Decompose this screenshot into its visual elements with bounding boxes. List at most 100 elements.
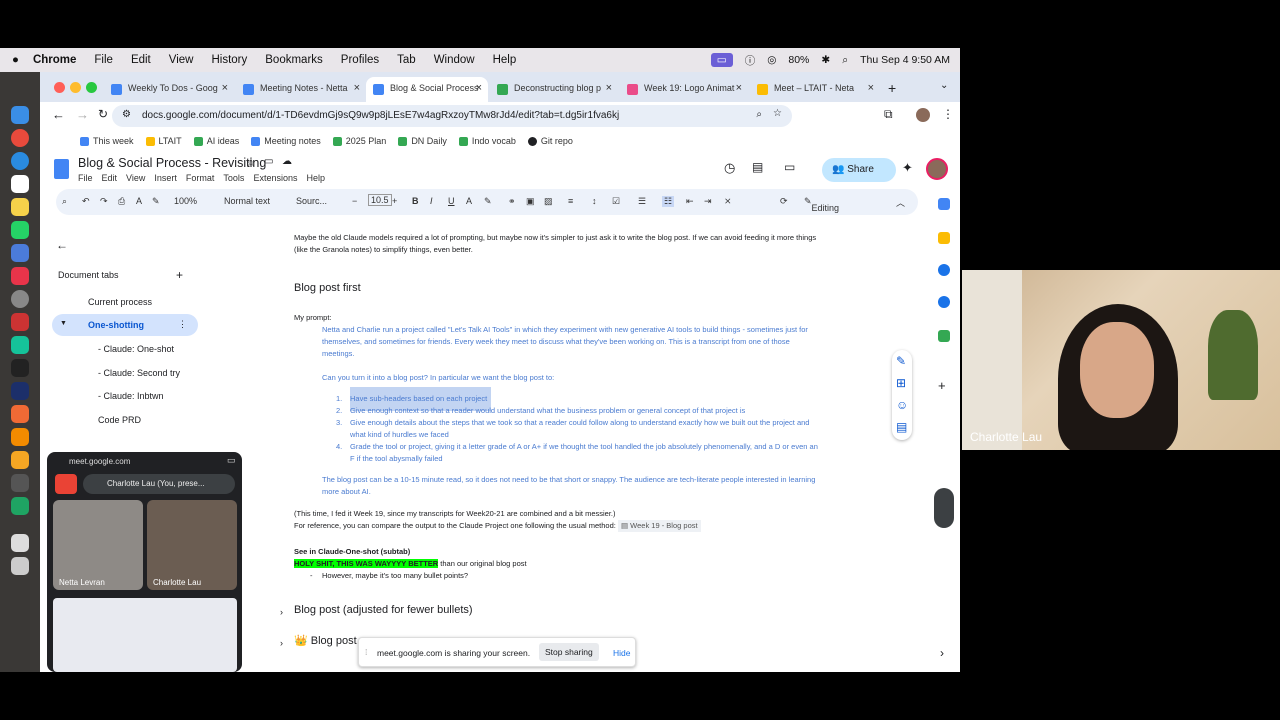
sublime-icon[interactable]	[11, 451, 29, 469]
doc-title[interactable]: Blog & Social Process - Revisiting	[78, 156, 266, 170]
font-size-input[interactable]: 10.5	[368, 194, 392, 206]
calendar-icon[interactable]	[938, 198, 950, 210]
presenter-chip[interactable]: Charlotte Lau (You, prese...	[83, 474, 235, 494]
close-icon[interactable]: ×	[868, 82, 874, 94]
grammarly-widget-icon[interactable]	[934, 488, 954, 528]
bookmark-git-repo[interactable]: Git repo	[527, 136, 573, 146]
docs-logo-icon[interactable]	[54, 159, 69, 179]
battery-label[interactable]: 80%	[788, 54, 809, 66]
style-select[interactable]: Normal text	[224, 196, 270, 206]
line-spacing-icon[interactable]: ↕	[592, 196, 597, 206]
bookmark-ltait[interactable]: LTAIT	[145, 136, 182, 146]
news-icon[interactable]	[11, 267, 29, 285]
trash-icon[interactable]	[11, 557, 29, 575]
bookmark-star-icon[interactable]: ☆	[773, 108, 782, 119]
more-icon[interactable]: ⋮	[942, 107, 954, 121]
calendar-icon[interactable]	[11, 175, 29, 193]
editing-mode-select[interactable]: ✎ Editing	[804, 196, 839, 213]
wifi-icon[interactable]: ◎	[767, 54, 776, 66]
decrease-font-icon[interactable]: −	[352, 196, 357, 206]
whatsapp-icon[interactable]	[11, 221, 29, 239]
app-icon[interactable]	[11, 244, 29, 262]
new-tab-icon[interactable]: +	[888, 80, 896, 96]
numbered-list-icon[interactable]: ☷	[662, 196, 675, 207]
add-comment-icon[interactable]: ⊞	[896, 376, 906, 390]
zoom-icon[interactable]: ⌕	[756, 109, 762, 120]
address-bar[interactable]: ⚙ docs.google.com/document/d/1-TD6evdmGj9…	[112, 105, 792, 127]
zoom-select[interactable]: 100%	[174, 196, 197, 206]
tab-item-claude-inbtwn[interactable]: - Claude: Inbtwn	[98, 391, 164, 401]
paint-format-icon[interactable]: ✎	[152, 196, 160, 207]
star-icon[interactable]: ☆	[246, 156, 256, 169]
spellcheck-icon[interactable]: A	[136, 196, 142, 206]
collapse-chevron-icon[interactable]: ›	[280, 637, 283, 649]
forward-icon[interactable]: →	[76, 107, 89, 122]
clock[interactable]: Thu Sep 4 9:50 AM	[860, 54, 950, 66]
tab-item-claude-second-try[interactable]: - Claude: Second try	[98, 368, 180, 378]
more-icon[interactable]: ⋮	[178, 319, 187, 330]
downloads-icon[interactable]	[11, 534, 29, 552]
tab[interactable]: Meet – LTAIT - Neta ×	[750, 77, 880, 102]
close-icon[interactable]: ×	[222, 82, 228, 94]
add-addon-icon[interactable]: +	[938, 378, 946, 393]
notes-icon[interactable]	[11, 198, 29, 216]
vlc-icon[interactable]	[11, 428, 29, 446]
share-button[interactable]: 👥 Share	[822, 158, 896, 182]
close-icon[interactable]: ×	[354, 82, 360, 94]
bookmark-dn-daily[interactable]: DN Daily	[398, 136, 447, 146]
undo-icon[interactable]: ↶	[82, 196, 90, 207]
gemini-icon[interactable]: ✦	[902, 160, 913, 176]
chevron-down-icon[interactable]: ▼	[60, 320, 67, 327]
finder-icon[interactable]	[11, 106, 29, 124]
collapse-chevron-icon[interactable]: ›	[280, 606, 283, 618]
text-color-icon[interactable]: A	[466, 196, 472, 206]
gemini-edit-icon[interactable]: ⟳	[780, 196, 788, 207]
increase-indent-icon[interactable]: ⇥	[704, 196, 712, 207]
highlight-icon[interactable]: ✎	[484, 196, 492, 207]
docs-menu-insert[interactable]: Insert	[154, 173, 177, 183]
bookmark-this-week[interactable]: This week	[80, 136, 134, 146]
menu-tab[interactable]: Tab	[397, 54, 416, 66]
tab[interactable]: Week 19: Logo Animat ×	[620, 77, 748, 102]
collapsible-heading[interactable]: Blog post (adjusted for fewer bullets)	[294, 604, 473, 616]
menu-edit[interactable]: Edit	[131, 54, 151, 66]
docs-menu-help[interactable]: Help	[306, 173, 325, 183]
app-icon[interactable]	[11, 359, 29, 377]
underline-icon[interactable]: U	[448, 196, 455, 206]
hide-button[interactable]: Hide	[613, 648, 630, 658]
clear-format-icon[interactable]: ⨯	[724, 196, 732, 207]
bookmark-indo-vocab[interactable]: Indo vocab	[458, 136, 516, 146]
move-icon[interactable]: ▭	[264, 156, 273, 167]
stats-icon[interactable]	[11, 382, 29, 400]
tab-item-current-process[interactable]: Current process	[88, 297, 152, 307]
reload-icon[interactable]: ↻	[98, 107, 108, 121]
participant-tile[interactable]: Netta Levran	[53, 500, 143, 590]
menu-history[interactable]: History	[211, 54, 247, 66]
docs-menu-file[interactable]: File	[78, 173, 93, 183]
suggest-icon[interactable]: ▤	[896, 420, 907, 434]
settings-icon[interactable]	[11, 290, 29, 308]
app-icon[interactable]	[11, 405, 29, 423]
edit-suggest-icon[interactable]: ✎	[896, 354, 906, 368]
menu-help[interactable]: Help	[493, 54, 517, 66]
collapsible-heading[interactable]: 👑 Blog post	[294, 635, 357, 647]
minimize-window-button[interactable]	[70, 82, 81, 93]
docs-menu-extensions[interactable]: Extensions	[253, 173, 297, 183]
site-info-icon[interactable]: ⚙	[122, 109, 131, 120]
italic-icon[interactable]: I	[430, 196, 433, 206]
collapse-toolbar-icon[interactable]: ︿	[896, 196, 905, 209]
apple-icon[interactable]: ●	[12, 54, 19, 66]
comment-icon[interactable]: ▣	[526, 196, 535, 207]
zoom-window-button[interactable]	[86, 82, 97, 93]
back-icon[interactable]: ←	[52, 107, 65, 122]
contacts-icon[interactable]	[938, 296, 950, 308]
bookmark-2025-plan[interactable]: 2025 Plan	[332, 136, 386, 146]
tab-item-one-shotting[interactable]: One-shotting	[88, 320, 144, 330]
chrome-icon[interactable]	[11, 129, 29, 147]
comments-icon[interactable]: ▤	[752, 160, 763, 174]
app-icon[interactable]	[11, 313, 29, 331]
print-icon[interactable]: ⎙	[118, 196, 125, 207]
screen-share-icon[interactable]: ▭	[710, 53, 733, 67]
bookmark-meeting-notes[interactable]: Meeting notes	[251, 136, 321, 146]
bookmark-ai-ideas[interactable]: AI ideas	[193, 136, 239, 146]
